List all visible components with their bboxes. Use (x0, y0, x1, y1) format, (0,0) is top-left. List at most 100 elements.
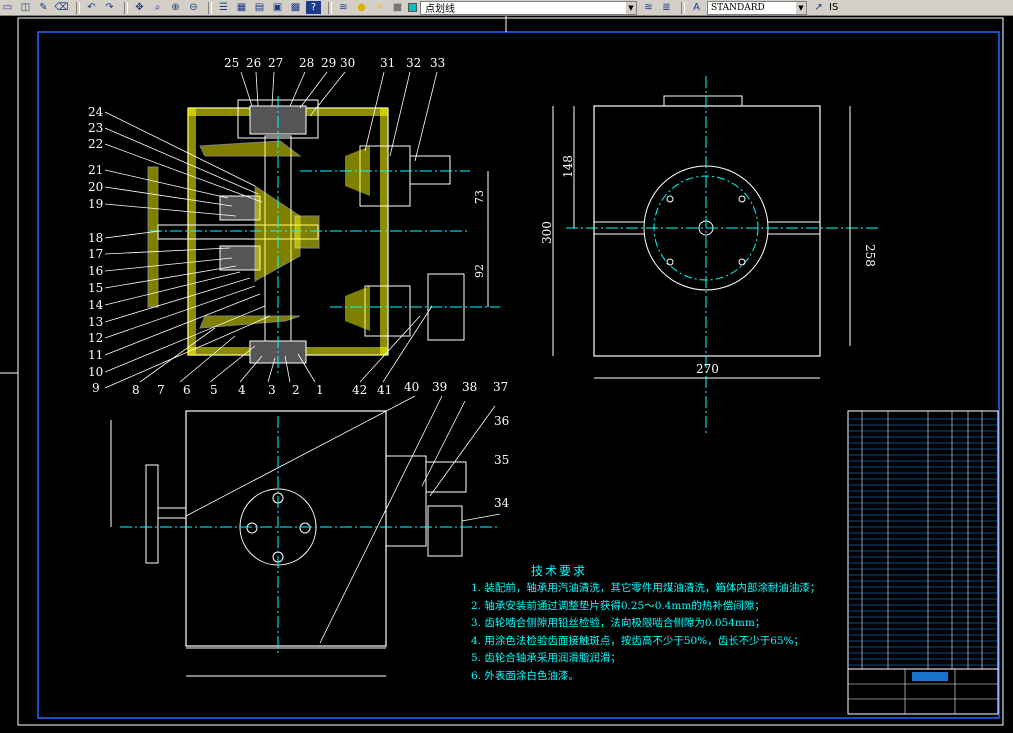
dim-92: 92 (473, 264, 486, 278)
design-center-icon[interactable]: ▦ (234, 1, 249, 14)
text-style-icon[interactable]: A (689, 1, 704, 14)
technical-requirements: 技术要求 1. 装配前，轴承用汽油清洗，其它零件用煤油清洗，箱体内部涂耐油油漆；… (471, 562, 851, 685)
markup-icon[interactable]: ▣ (270, 1, 285, 14)
title-cell (912, 672, 948, 681)
part-label: 37 (493, 380, 508, 394)
part-label: 26 (246, 56, 261, 70)
new-icon[interactable]: ▭ (0, 1, 15, 14)
color-swatch-icon[interactable] (408, 3, 417, 12)
part-label: 10 (88, 365, 103, 379)
upper-bevel-gear (199, 140, 302, 157)
layer-dropdown[interactable]: 点划线 ▼ (420, 0, 637, 15)
hand-shaft-top (157, 507, 187, 519)
bolt-hole (246, 522, 258, 534)
pan-icon[interactable]: ✥ (132, 1, 147, 14)
part-label: 2 (292, 383, 300, 397)
part-label: 9 (92, 381, 100, 395)
zoom-realtime-icon[interactable]: ⌕ (150, 1, 165, 14)
text-style-dropdown[interactable]: STANDARD ▼ (707, 0, 807, 15)
bulb-icon[interactable]: ● (354, 1, 369, 14)
toolbar-separator (208, 1, 212, 14)
bolt-hole (738, 195, 746, 203)
part-label: 32 (406, 56, 421, 70)
part-label: 23 (88, 121, 103, 135)
part-label: 18 (88, 231, 103, 245)
leader-line (185, 395, 416, 517)
part-label: 30 (340, 56, 355, 70)
eraser-icon[interactable]: ⌫ (54, 1, 69, 14)
bolt-hole (666, 258, 674, 266)
toolbar-separator (681, 1, 685, 14)
chevron-down-icon[interactable]: ▼ (796, 1, 806, 14)
zoom-window-icon[interactable]: ⊕ (168, 1, 183, 14)
part-label: 22 (88, 137, 103, 151)
tech-req-line: 1. 装配前，轴承用汽油清洗，其它零件用煤油清洗，箱体内部涂耐油油漆； (471, 582, 821, 594)
zoom-previous-icon[interactable]: ⊖ (186, 1, 201, 14)
tech-req-line: 5. 齿轮合轴承采用润滑脂润滑； (471, 652, 621, 664)
calculator-icon[interactable]: ▩ (288, 1, 303, 14)
top-view (110, 395, 501, 677)
part-label: 20 (88, 180, 103, 194)
part-label: 11 (88, 348, 103, 362)
part-label: 28 (299, 56, 314, 70)
part-label: 33 (430, 56, 445, 70)
dim-148: 148 (561, 155, 575, 178)
cad-toolbar: ▭ ◫ ✎ ⌫ ↶ ↷ ✥ ⌕ ⊕ ⊖ ☰ ▦ ▤ ▣ ▩ ? ≋ ● ☼ ■ … (0, 0, 1013, 16)
handwheel-top (145, 464, 159, 564)
part-labels-right: 36 35 34 (494, 414, 510, 510)
part-label: 17 (88, 247, 103, 261)
part-label: 15 (88, 281, 103, 295)
part-label: 7 (157, 383, 165, 397)
bolt-hole (738, 258, 746, 266)
pencil-icon[interactable]: ✎ (36, 1, 51, 14)
sun-icon[interactable]: ☼ (372, 1, 387, 14)
bolt-hole (299, 522, 311, 534)
part-labels-bottom: 8 7 6 5 4 3 2 1 42 41 40 39 38 37 (132, 380, 508, 397)
side-view-top-flange (663, 95, 743, 107)
part-label: 21 (88, 163, 103, 177)
part-label: 13 (88, 315, 103, 329)
tool-palette-icon[interactable]: ▤ (252, 1, 267, 14)
part-label: 19 (88, 197, 103, 211)
part-label: 1 (316, 383, 324, 397)
part-label: 14 (88, 298, 104, 312)
dimension-style-icon[interactable]: ↗ (811, 1, 826, 14)
part-label: 41 (377, 383, 392, 397)
part-label: 4 (238, 383, 246, 397)
part-labels-left: 24 23 22 21 20 19 18 17 16 15 14 13 12 1… (88, 105, 104, 395)
help-icon[interactable]: ? (306, 1, 321, 14)
part-label: 16 (88, 264, 103, 278)
side-view: 300 148 258 270 (540, 76, 880, 436)
parts-list-border (847, 410, 999, 670)
undo-icon[interactable]: ↶ (84, 1, 99, 14)
redo-icon[interactable]: ↷ (102, 1, 117, 14)
lock-icon[interactable]: ■ (390, 1, 405, 14)
part-labels-top: 25 26 27 28 29 30 31 32 33 (224, 56, 445, 70)
tech-req-line: 2. 轴承安装前通过调整垫片获得0.25～0.4mm的热补偿间隙； (471, 599, 765, 612)
part-label: 5 (210, 383, 218, 397)
properties-icon[interactable]: ☰ (216, 1, 231, 14)
open-icon[interactable]: ◫ (18, 1, 33, 14)
layer-state-icon[interactable]: ≣ (659, 1, 674, 14)
leader-line (461, 513, 501, 522)
part-label: 31 (380, 56, 395, 70)
dimension-style-label: IS (829, 2, 839, 13)
left-bearing-lower (219, 245, 261, 271)
parts-list-table (847, 410, 999, 670)
title-block (847, 668, 999, 715)
part-label: 42 (352, 383, 367, 397)
dim-270: 270 (696, 362, 719, 376)
part-label: 12 (88, 331, 103, 345)
part-label: 36 (494, 414, 509, 428)
layer-manager-icon[interactable]: ≋ (336, 1, 351, 14)
part-label: 25 (224, 56, 239, 70)
chevron-down-icon[interactable]: ▼ (626, 1, 636, 14)
part-label: 38 (462, 380, 477, 394)
layer-name: 点划线 (425, 4, 455, 15)
toolbar-separator (76, 1, 80, 14)
leader-line (319, 395, 443, 644)
tech-req-line: 4. 用涂色法检验齿面接触斑点，按齿高不少于50%，齿长不少于65%； (471, 634, 805, 647)
layer-prev-icon[interactable]: ≋ (641, 1, 656, 14)
leader-line (421, 400, 466, 487)
toolbar-separator (124, 1, 128, 14)
